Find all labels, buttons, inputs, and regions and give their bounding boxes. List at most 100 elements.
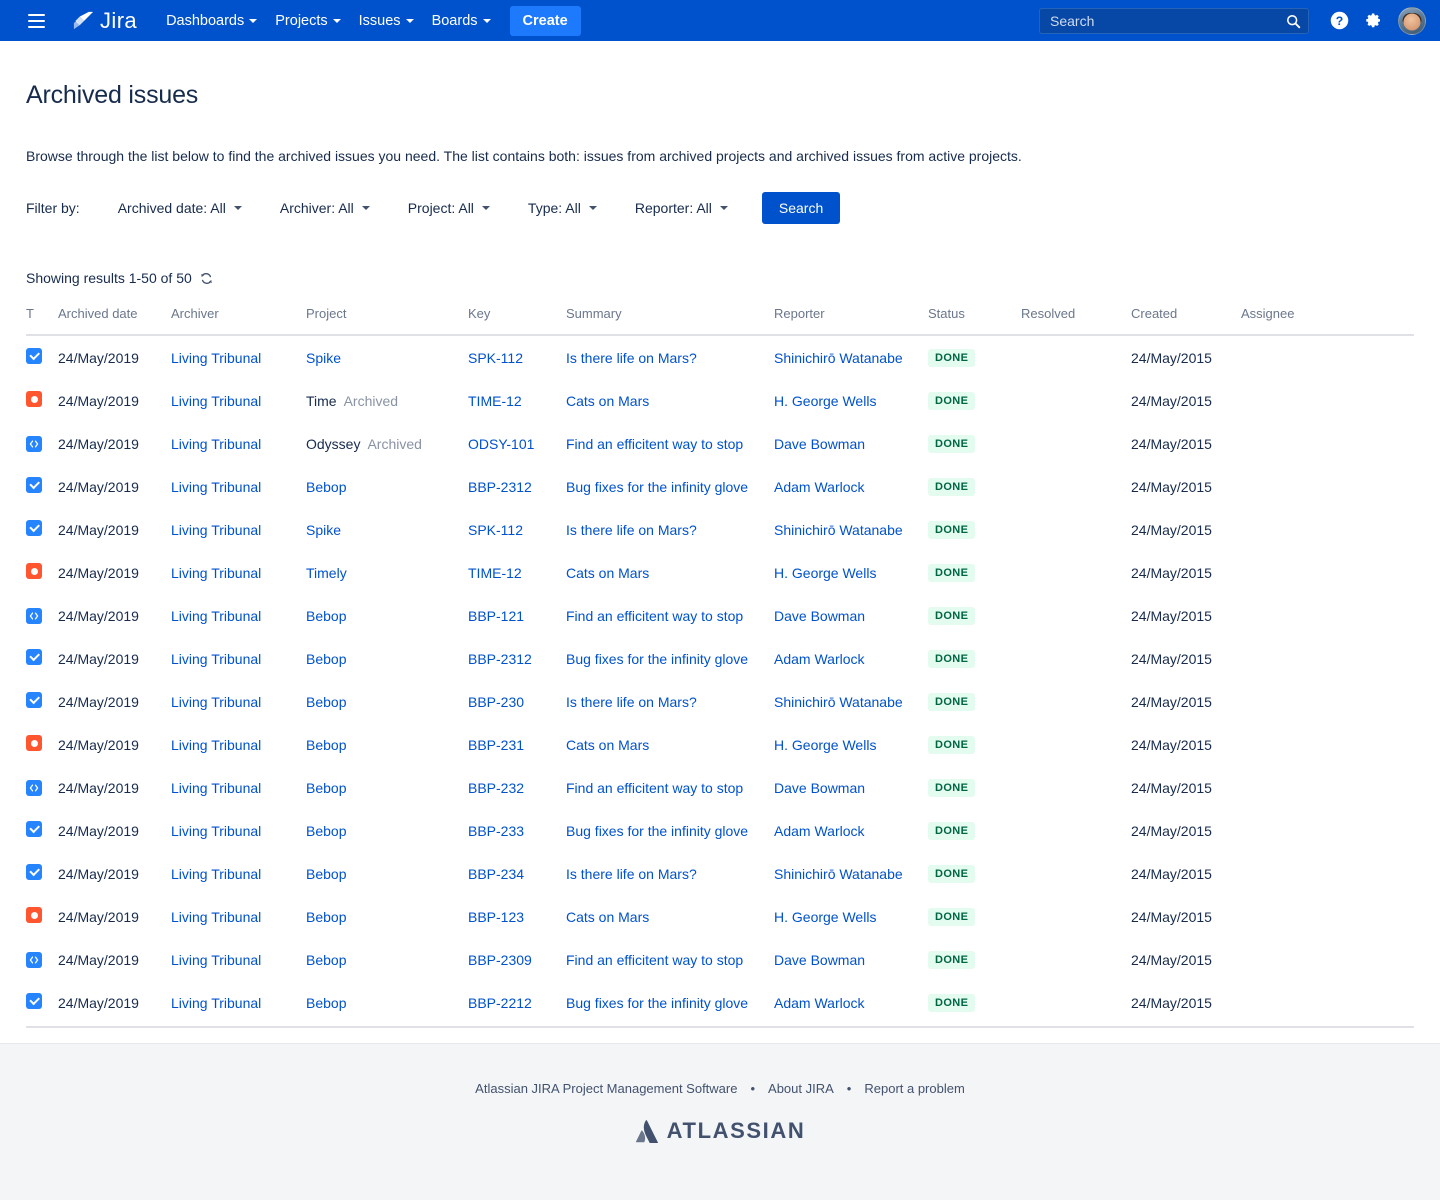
filter-archiver[interactable]: Archiver: All xyxy=(270,194,380,222)
nav-item-dashboards[interactable]: Dashboards xyxy=(157,0,266,41)
project-link[interactable]: Bebop xyxy=(306,737,346,753)
archiver-link[interactable]: Living Tribunal xyxy=(171,350,261,366)
reporter-link[interactable]: H. George Wells xyxy=(774,393,876,409)
jira-logo[interactable]: Jira xyxy=(72,8,137,34)
global-search-box[interactable] xyxy=(1039,8,1309,34)
project-link[interactable]: Bebop xyxy=(306,479,346,495)
archiver-link[interactable]: Living Tribunal xyxy=(171,608,261,624)
issue-summary-link[interactable]: Cats on Mars xyxy=(566,393,649,409)
issue-key-link[interactable]: TIME-12 xyxy=(468,565,522,581)
issue-key-link[interactable]: BBP-2212 xyxy=(468,995,532,1011)
reporter-link[interactable]: Shinichirō Watanabe xyxy=(774,866,903,882)
gear-icon[interactable] xyxy=(1357,5,1389,37)
issue-summary-link[interactable]: Find an efficitent way to stop xyxy=(566,952,743,968)
archiver-link[interactable]: Living Tribunal xyxy=(171,909,261,925)
issue-key-link[interactable]: BBP-2312 xyxy=(468,479,532,495)
project-link[interactable]: Bebop xyxy=(306,694,346,710)
issue-summary-link[interactable]: Find an efficitent way to stop xyxy=(566,780,743,796)
archiver-link[interactable]: Living Tribunal xyxy=(171,393,261,409)
issue-summary-link[interactable]: Cats on Mars xyxy=(566,737,649,753)
reporter-link[interactable]: Dave Bowman xyxy=(774,436,865,452)
reporter-link[interactable]: Dave Bowman xyxy=(774,780,865,796)
reporter-link[interactable]: Adam Warlock xyxy=(774,479,865,495)
archiver-link[interactable]: Living Tribunal xyxy=(171,565,261,581)
archiver-link[interactable]: Living Tribunal xyxy=(171,823,261,839)
issue-summary-link[interactable]: Cats on Mars xyxy=(566,565,649,581)
project-link[interactable]: Bebop xyxy=(306,866,346,882)
issue-summary-link[interactable]: Is there life on Mars? xyxy=(566,522,697,538)
issue-summary-link[interactable]: Bug fixes for the infinity glove xyxy=(566,995,748,1011)
issue-key-link[interactable]: BBP-232 xyxy=(468,780,524,796)
project-link[interactable]: Bebop xyxy=(306,995,346,1011)
archiver-link[interactable]: Living Tribunal xyxy=(171,522,261,538)
issue-key-link[interactable]: BBP-231 xyxy=(468,737,524,753)
column-header-archived-date[interactable]: Archived date xyxy=(58,306,171,335)
search-input[interactable] xyxy=(1040,9,1308,33)
table-row[interactable]: 24/May/2019Living TribunalBebopBBP-121Fi… xyxy=(26,594,1414,637)
reporter-link[interactable]: H. George Wells xyxy=(774,737,876,753)
issue-key-link[interactable]: TIME-12 xyxy=(468,393,522,409)
archiver-link[interactable]: Living Tribunal xyxy=(171,780,261,796)
issue-summary-link[interactable]: Is there life on Mars? xyxy=(566,866,697,882)
column-header-assignee[interactable]: Assignee xyxy=(1241,306,1414,335)
project-link[interactable]: Bebop xyxy=(306,909,346,925)
issue-key-link[interactable]: BBP-123 xyxy=(468,909,524,925)
reporter-link[interactable]: Adam Warlock xyxy=(774,823,865,839)
table-row[interactable]: 24/May/2019Living TribunalTimeArchivedTI… xyxy=(26,379,1414,422)
reporter-link[interactable]: Shinichirō Watanabe xyxy=(774,522,903,538)
reporter-link[interactable]: H. George Wells xyxy=(774,565,876,581)
table-row[interactable]: 24/May/2019Living TribunalBebopBBP-123Ca… xyxy=(26,895,1414,938)
archiver-link[interactable]: Living Tribunal xyxy=(171,436,261,452)
issue-summary-link[interactable]: Find an efficitent way to stop xyxy=(566,436,743,452)
table-row[interactable]: 24/May/2019Living TribunalBebopBBP-233Bu… xyxy=(26,809,1414,852)
project-link[interactable]: Spike xyxy=(306,522,341,538)
issue-summary-link[interactable]: Is there life on Mars? xyxy=(566,694,697,710)
nav-item-projects[interactable]: Projects xyxy=(266,0,349,41)
project-link[interactable]: Bebop xyxy=(306,780,346,796)
issue-key-link[interactable]: BBP-2312 xyxy=(468,651,532,667)
column-header-resolved[interactable]: Resolved xyxy=(1021,306,1131,335)
issue-summary-link[interactable]: Is there life on Mars? xyxy=(566,350,697,366)
help-icon[interactable]: ? xyxy=(1323,5,1355,37)
table-row[interactable]: 24/May/2019Living TribunalSpikeSPK-112Is… xyxy=(26,335,1414,379)
issue-key-link[interactable]: BBP-234 xyxy=(468,866,524,882)
issue-key-link[interactable]: ODSY-101 xyxy=(468,436,534,452)
filter-type[interactable]: Type: All xyxy=(518,194,607,222)
archiver-link[interactable]: Living Tribunal xyxy=(171,866,261,882)
project-link[interactable]: Bebop xyxy=(306,651,346,667)
issue-key-link[interactable]: BBP-2309 xyxy=(468,952,532,968)
project-link[interactable]: Bebop xyxy=(306,952,346,968)
table-row[interactable]: 24/May/2019Living TribunalBebopBBP-232Fi… xyxy=(26,766,1414,809)
issue-key-link[interactable]: BBP-230 xyxy=(468,694,524,710)
project-link[interactable]: Bebop xyxy=(306,608,346,624)
nav-item-issues[interactable]: Issues xyxy=(350,0,423,41)
reporter-link[interactable]: Dave Bowman xyxy=(774,608,865,624)
issue-key-link[interactable]: SPK-112 xyxy=(468,350,523,366)
table-row[interactable]: 24/May/2019Living TribunalOdysseyArchive… xyxy=(26,422,1414,465)
archiver-link[interactable]: Living Tribunal xyxy=(171,479,261,495)
nav-item-boards[interactable]: Boards xyxy=(423,0,500,41)
column-header-type[interactable]: T xyxy=(26,306,58,335)
issue-summary-link[interactable]: Cats on Mars xyxy=(566,909,649,925)
archiver-link[interactable]: Living Tribunal xyxy=(171,952,261,968)
issue-summary-link[interactable]: Find an efficitent way to stop xyxy=(566,608,743,624)
filter-archived-date[interactable]: Archived date: All xyxy=(108,194,252,222)
issue-key-link[interactable]: BBP-233 xyxy=(468,823,524,839)
table-row[interactable]: 24/May/2019Living TribunalBebopBBP-2312B… xyxy=(26,637,1414,680)
footer-link-report-problem[interactable]: Report a problem xyxy=(864,1081,964,1096)
footer-link-atlassian-jira[interactable]: Atlassian JIRA Project Management Softwa… xyxy=(475,1081,737,1096)
table-row[interactable]: 24/May/2019Living TribunalBebopBBP-2212B… xyxy=(26,981,1414,1027)
project-link[interactable]: Spike xyxy=(306,350,341,366)
reporter-link[interactable]: Shinichirō Watanabe xyxy=(774,694,903,710)
project-link[interactable]: Timely xyxy=(306,565,347,581)
filter-reporter[interactable]: Reporter: All xyxy=(625,194,738,222)
table-row[interactable]: 24/May/2019Living TribunalBebopBBP-230Is… xyxy=(26,680,1414,723)
archiver-link[interactable]: Living Tribunal xyxy=(171,694,261,710)
column-header-created[interactable]: Created xyxy=(1131,306,1241,335)
hamburger-icon[interactable] xyxy=(18,0,54,41)
issue-summary-link[interactable]: Bug fixes for the infinity glove xyxy=(566,823,748,839)
reporter-link[interactable]: Dave Bowman xyxy=(774,952,865,968)
reporter-link[interactable]: Adam Warlock xyxy=(774,995,865,1011)
column-header-archiver[interactable]: Archiver xyxy=(171,306,306,335)
issue-summary-link[interactable]: Bug fixes for the infinity glove xyxy=(566,651,748,667)
